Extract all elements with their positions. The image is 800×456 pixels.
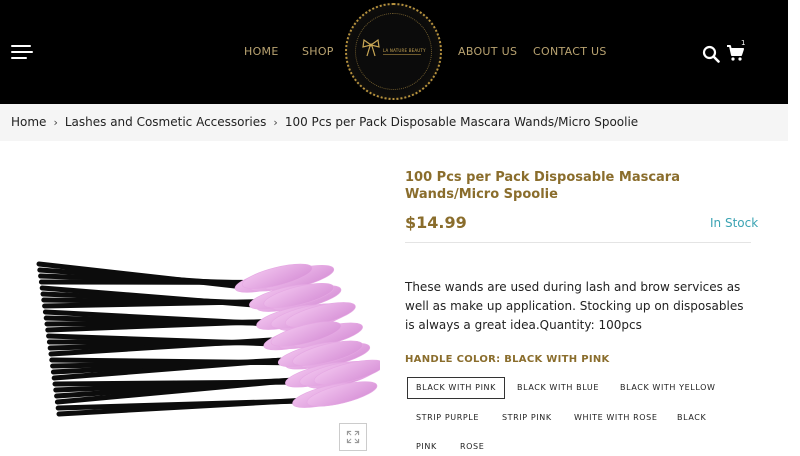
option-black[interactable]: BLACK	[669, 407, 714, 429]
logo-text: LA NATURE BEAUTY	[383, 48, 426, 53]
option-label: HANDLE COLOR: BLACK WITH PINK	[405, 354, 610, 365]
option-pink[interactable]: PINK	[408, 436, 445, 456]
hamburger-menu-icon[interactable]	[11, 45, 33, 59]
option-strip-pink[interactable]: STRIP PINK	[494, 407, 560, 429]
option-rose[interactable]: ROSE	[452, 436, 492, 456]
zoom-button[interactable]	[339, 423, 367, 451]
breadcrumb: Home › Lashes and Cosmetic Accessories › 100…	[11, 115, 638, 129]
option-black-with-blue[interactable]: BLACK WITH BLUE	[509, 377, 607, 399]
product-title: 100 Pcs per Pack Disposable Mascara Wand…	[405, 170, 680, 202]
option-white-with-rose[interactable]: WHITE WITH ROSE	[566, 407, 665, 429]
option-black-with-yellow[interactable]: BLACK WITH YELLOW	[612, 377, 724, 399]
option-strip-purple[interactable]: STRIP PURPLE	[408, 407, 487, 429]
breadcrumb-category[interactable]: Lashes and Cosmetic Accessories	[65, 115, 267, 129]
option-black-with-pink[interactable]: BLACK WITH PINK	[407, 377, 505, 399]
breadcrumb-home[interactable]: Home	[11, 115, 46, 129]
site-logo[interactable]: LA NATURE BEAUTY	[345, 3, 442, 100]
product-image[interactable]	[35, 246, 380, 424]
site-header: HOME SHOP LA NATURE BEAUTY ABOUT US CONT…	[0, 0, 788, 104]
cart-count-badge: 1	[741, 39, 746, 47]
nav-shop[interactable]: SHOP	[302, 45, 334, 58]
nav-contact[interactable]: CONTACT US	[533, 45, 607, 58]
expand-icon	[346, 430, 360, 444]
breadcrumb-bar: Home › Lashes and Cosmetic Accessories › 100…	[0, 104, 788, 141]
stock-status: In Stock	[710, 216, 759, 230]
breadcrumb-current: 100 Pcs per Pack Disposable Mascara Wand…	[284, 115, 639, 129]
divider	[405, 242, 751, 243]
nav-about[interactable]: ABOUT US	[458, 45, 517, 58]
product-description: These wands are used during lash and bro…	[405, 280, 744, 332]
nav-home[interactable]: HOME	[244, 45, 279, 58]
breadcrumb-separator: ›	[273, 116, 278, 129]
breadcrumb-separator: ›	[53, 116, 58, 129]
bow-icon	[362, 38, 380, 57]
product-price: $14.99	[405, 213, 467, 232]
search-icon[interactable]	[702, 45, 720, 63]
